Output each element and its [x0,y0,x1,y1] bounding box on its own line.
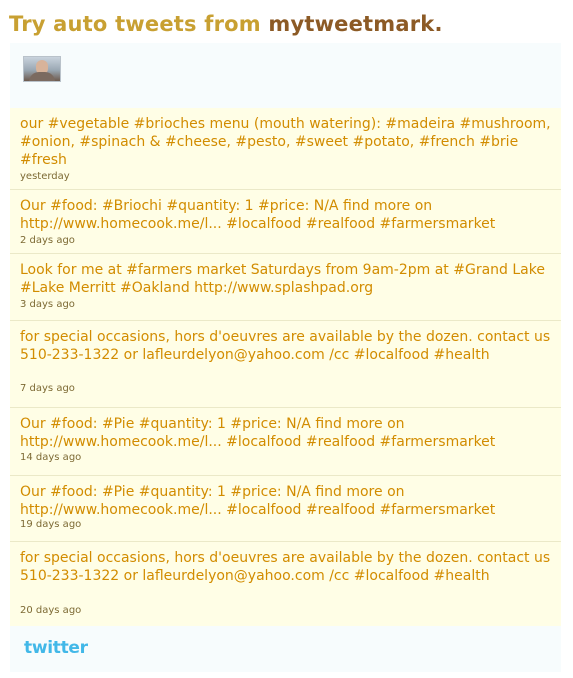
tweet-item: our #vegetable #brioches menu (mouth wat… [10,108,561,190]
tweet-item: for special occasions, hors d'oeuvres ar… [10,321,561,408]
avatar[interactable] [23,56,61,82]
tweet-timestamp[interactable]: yesterday [20,171,70,183]
profile-header: lafleurdelyon [10,43,561,105]
tweet-text: Our #food: #Pie #quantity: 1 #price: N/A… [20,416,496,450]
headline-prefix: Try auto tweets from [9,12,269,36]
tweet-text: for special occasions, hors d'oeuvres ar… [20,550,551,584]
tweet-item: Our #food: #Pie #quantity: 1 #price: N/A… [10,476,561,542]
tweet-item: Our #food: #Pie #quantity: 1 #price: N/A… [10,408,561,476]
twitter-logo[interactable]: twitter [24,639,88,657]
headline-brand-link[interactable]: mytweetmark. [268,12,442,36]
page-headline: Try auto tweets from mytweetmark. [9,12,443,36]
tweet-text: Our #food: #Briochi #quantity: 1 #price:… [20,198,496,232]
tweet-timestamp[interactable]: 7 days ago [20,383,75,395]
tweet-item: for special occasions, hors d'oeuvres ar… [10,542,561,626]
tweet-text: for special occasions, hors d'oeuvres ar… [20,329,551,363]
tweet-timestamp[interactable]: 20 days ago [20,605,81,617]
tweet-timestamp[interactable]: 19 days ago [20,519,81,531]
avatar-shirt [29,72,55,81]
tweet-list: our #vegetable #brioches menu (mouth wat… [10,108,561,626]
tweet-item: Look for me at #farmers market Saturdays… [10,254,561,321]
profile-username[interactable]: lafleurdelyon [70,79,181,97]
tweet-timestamp[interactable]: 14 days ago [20,452,81,464]
tweet-text: Look for me at #farmers market Saturdays… [20,262,545,296]
twitter-widget: lafleurdelyon our #vegetable #brioches m… [10,43,561,672]
tweet-timestamp[interactable]: 3 days ago [20,299,75,311]
tweet-item: Our #food: #Briochi #quantity: 1 #price:… [10,190,561,254]
tweet-text: Our #food: #Pie #quantity: 1 #price: N/A… [20,484,496,518]
tweet-text: our #vegetable #brioches menu (mouth wat… [20,116,551,168]
tweet-timestamp[interactable]: 2 days ago [20,235,75,247]
